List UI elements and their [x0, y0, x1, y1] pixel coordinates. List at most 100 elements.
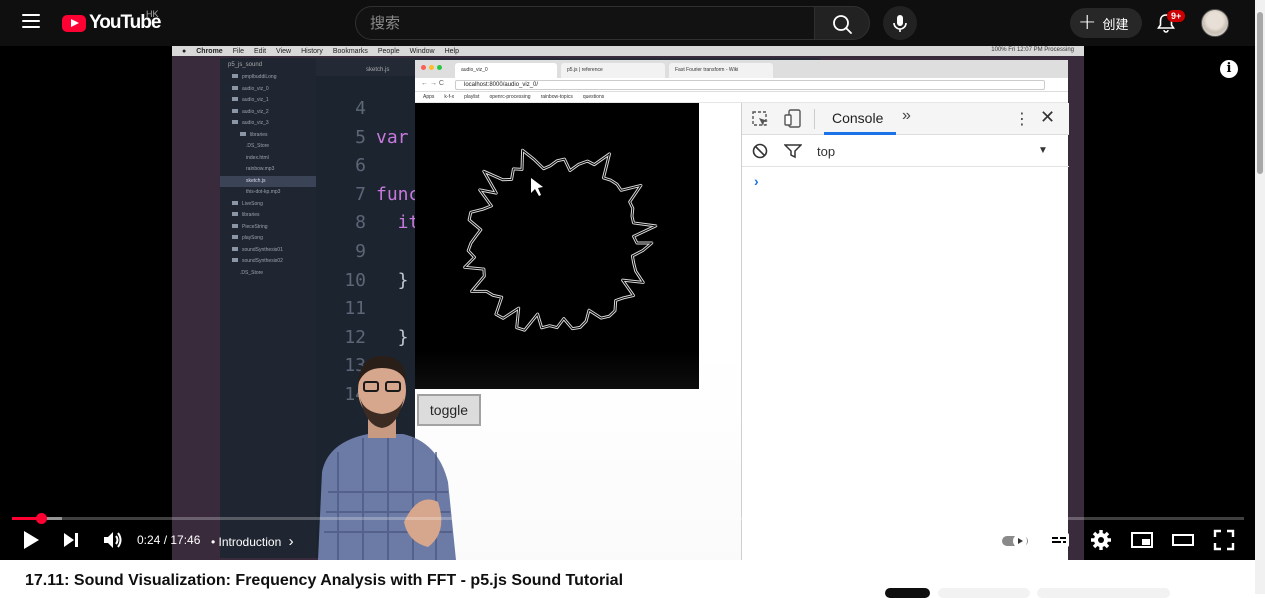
info-icon[interactable]: i	[1220, 60, 1238, 78]
mac-menu-item: People	[377, 47, 400, 55]
subtitles-icon[interactable]	[1047, 528, 1071, 552]
file-tree-root: p5_js_sound	[228, 62, 263, 68]
video-frame: ● Chrome File Edit View History Bookmark…	[172, 46, 1084, 560]
code-line: func	[376, 183, 420, 205]
fullscreen-icon[interactable]	[1212, 528, 1236, 552]
youtube-play-icon	[62, 14, 86, 32]
clear-console-icon	[752, 143, 768, 159]
mac-menu-item: Edit	[253, 47, 267, 55]
create-button[interactable]: + 创建	[1070, 8, 1142, 38]
tree-item: PieceString	[220, 222, 316, 234]
notifications-badge: 9+	[1167, 10, 1186, 22]
dropdown-caret-icon: ▼	[1038, 145, 1048, 156]
bookmark: playlist	[464, 94, 480, 100]
scrollbar-thumb[interactable]	[1257, 12, 1263, 174]
create-label: 创建	[1102, 17, 1129, 33]
page-scrollbar[interactable]	[1255, 0, 1265, 594]
video-title: 17.11: Sound Visualization: Frequency An…	[25, 572, 624, 589]
url-field: localhost:8000/audio_viz_0/	[455, 80, 1045, 90]
mac-menu-item: File	[232, 47, 244, 55]
voice-search-button[interactable]	[883, 6, 917, 40]
code-line: it	[376, 212, 420, 234]
code-line: }	[376, 269, 409, 291]
code-line: var	[376, 126, 409, 148]
filter-icon	[784, 144, 802, 159]
miniplayer-icon[interactable]	[1130, 528, 1154, 552]
region-label: HK	[146, 9, 159, 19]
browser-tab: p5.js | reference	[561, 63, 665, 78]
tree-item: soundSynthesis01	[220, 245, 316, 257]
console-context: top	[817, 144, 836, 159]
console-filter-bar: top ▼	[742, 135, 1069, 167]
close-icon: ✕	[1040, 107, 1056, 127]
tree-item-selected: sketch.js	[220, 175, 316, 187]
search-bar	[355, 6, 870, 40]
chapter-title: • Introduction	[211, 535, 282, 549]
autoplay-toggle[interactable]	[1000, 528, 1032, 552]
play-icon[interactable]	[20, 528, 42, 552]
progress-bar[interactable]	[12, 513, 1244, 524]
line-number: 5	[355, 126, 366, 148]
like-button[interactable]	[938, 588, 1030, 598]
microphone-icon	[893, 15, 907, 32]
device-toggle-icon	[784, 109, 801, 128]
browser-window: audio_viz_0 p5.js | reference Fast Fouri…	[415, 60, 1069, 560]
file-tree: p5_js_sound pmpIbuddiLong audio_viz_0 au…	[220, 58, 316, 558]
more-options-icon: ⋮	[1014, 111, 1030, 128]
tree-item: libraries	[220, 210, 316, 222]
tree-item: audio_viz_1	[220, 95, 316, 107]
settings-gear-icon[interactable]	[1089, 528, 1113, 552]
mac-menu-item: Bookmarks	[332, 47, 368, 55]
tree-item: playSong	[220, 233, 316, 245]
time-display: 0:24 / 17:46	[137, 533, 201, 547]
mac-menubar: ● Chrome File Edit View History Bookmark…	[172, 46, 1084, 56]
chevron-right-icon: ›	[288, 533, 294, 550]
line-number: 6	[355, 155, 366, 177]
search-input[interactable]	[356, 7, 814, 39]
cursor-icon	[531, 178, 543, 196]
browser-tab-strip: audio_viz_0 p5.js | reference Fast Fouri…	[415, 60, 1068, 78]
chapter-button[interactable]: • Introduction ›	[211, 533, 294, 550]
bookmark: Apps	[423, 94, 435, 100]
theater-mode-icon[interactable]	[1171, 528, 1195, 552]
line-number: 7	[355, 183, 366, 205]
inspect-element-icon	[752, 111, 768, 126]
devtools-tab-console: Console	[832, 110, 884, 126]
line-number: 11	[344, 298, 366, 320]
mac-menu-item: Window	[409, 47, 435, 55]
tree-item: audio_viz_3	[220, 118, 316, 130]
tree-item: pmpIbuddiLong	[220, 72, 316, 84]
search-button[interactable]	[814, 6, 870, 40]
browser-tab: Fast Fourier transform - Wiki	[669, 63, 773, 78]
video-player[interactable]: ● Chrome File Edit View History Bookmark…	[0, 46, 1255, 560]
bookmark: openrc-processing	[489, 94, 531, 100]
nav-arrows-icon: ← → C	[421, 80, 444, 87]
plus-icon: +	[1078, 10, 1097, 35]
tree-item: rainbow.mp3	[246, 166, 275, 172]
bookmark: questions	[582, 94, 605, 100]
window-controls	[421, 65, 442, 70]
share-button[interactable]	[1037, 588, 1170, 598]
tree-item: audio_viz_2	[220, 107, 316, 119]
tree-item: audio_viz_0	[220, 84, 316, 96]
menu-icon[interactable]	[22, 14, 40, 28]
volume-icon[interactable]	[101, 528, 125, 552]
subscribe-button[interactable]	[885, 588, 930, 598]
next-video-icon[interactable]	[60, 528, 82, 552]
tree-item: .DS_Store	[240, 269, 264, 276]
account-avatar[interactable]	[1201, 9, 1229, 37]
bookmark: k-f-x	[444, 94, 455, 100]
line-number: 10	[344, 269, 366, 291]
scrubber-handle[interactable]	[35, 513, 47, 524]
tree-item: LiveSong	[220, 199, 316, 211]
masthead: YouTube HK + 创建 9+	[0, 0, 1265, 46]
tree-item: index.html	[246, 154, 269, 161]
tree-item: this-dot-kp.mp3	[246, 189, 281, 195]
mac-menu-item: Help	[444, 47, 459, 55]
mac-menu-item: History	[301, 47, 323, 55]
line-number: 8	[355, 212, 366, 234]
